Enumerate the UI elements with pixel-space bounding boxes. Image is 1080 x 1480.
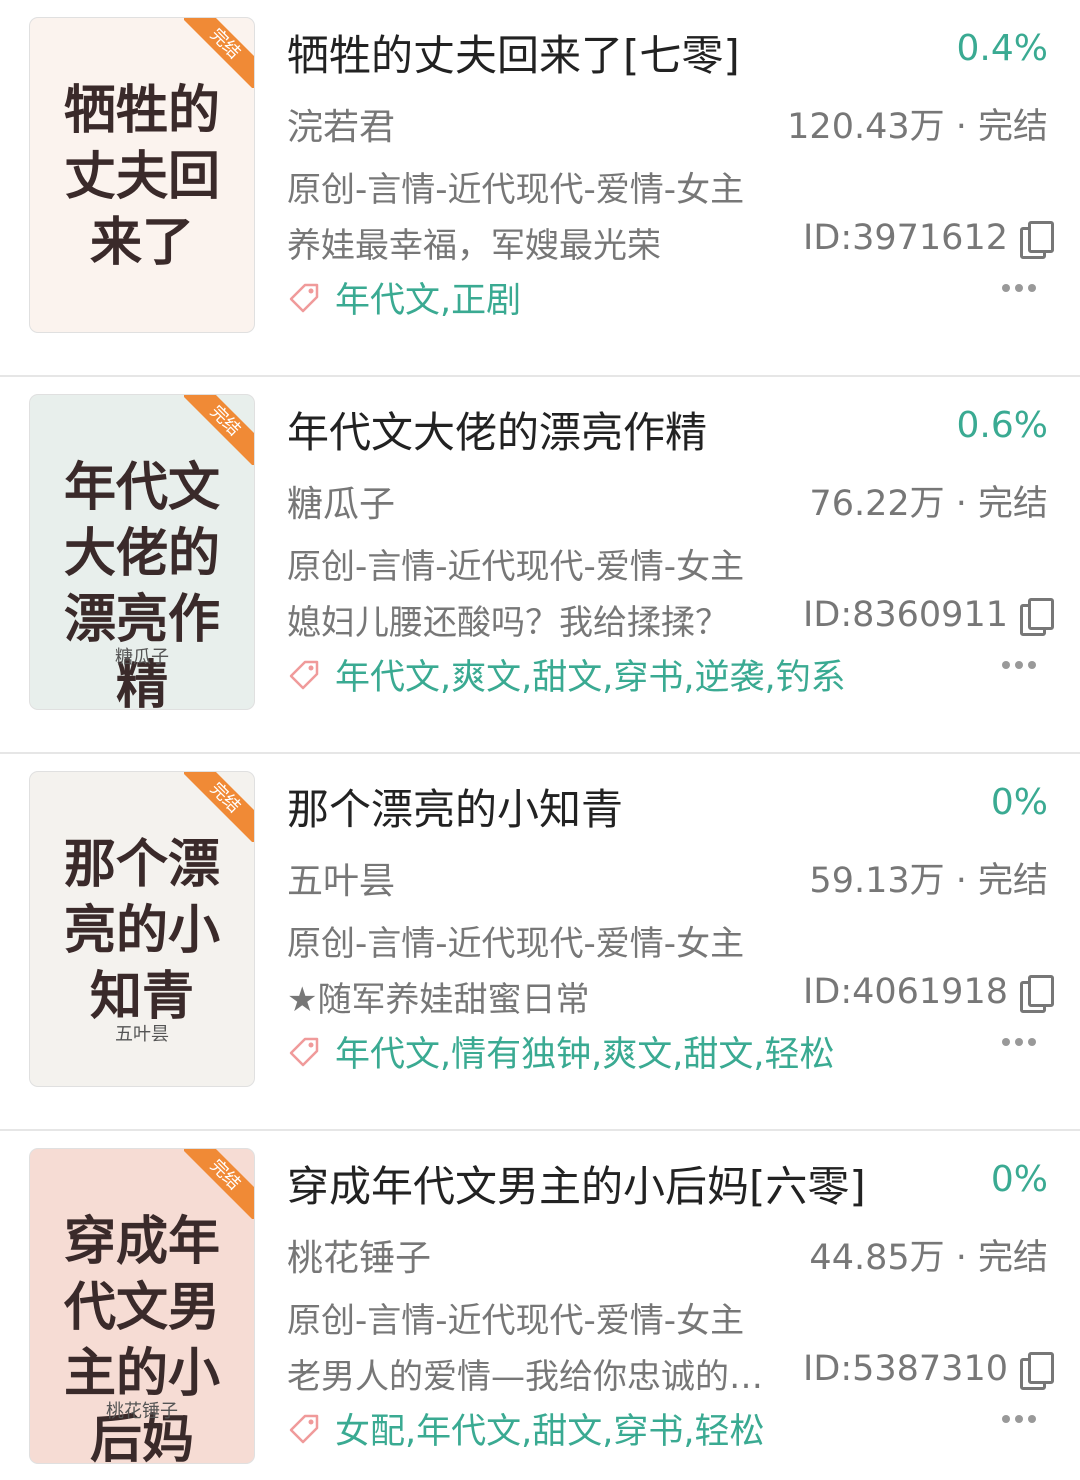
status-badge: 完结: [184, 1149, 254, 1219]
book-cover[interactable]: 年代文大佬的漂亮作精 糖瓜子 完结: [30, 395, 254, 709]
more-options-icon[interactable]: [1002, 1413, 1038, 1425]
cover-title: 那个漂亮的小知青: [63, 834, 220, 1027]
tag-icon: [289, 660, 319, 689]
book-id: ID:8360911: [803, 595, 1054, 636]
status-badge: 完结: [184, 772, 254, 842]
tag-row: 年代文,爽文,甜文,穿书,逆袭,钓系: [287, 649, 846, 700]
cover-title: 穿成年代文男主的小后妈: [63, 1211, 220, 1463]
book-id: ID:4061918: [803, 972, 1054, 1013]
book-id-text: ID:5387310: [803, 1349, 1008, 1389]
tag-row: 年代文,情有独钟,爽文,甜文,轻松: [287, 1026, 835, 1077]
cover-author: 桃花锤子: [106, 1401, 178, 1422]
list-item[interactable]: 穿成年代文男主的小后妈 桃花锤子 完结 穿成年代文男主的小后妈[六零] 0% 桃…: [0, 1131, 1080, 1480]
book-tags[interactable]: 年代文,爽文,甜文,穿书,逆袭,钓系: [335, 649, 846, 700]
list-item[interactable]: 年代文大佬的漂亮作精 糖瓜子 完结 年代文大佬的漂亮作精 0.6% 糖瓜子 76…: [0, 377, 1080, 754]
copy-icon[interactable]: [1020, 598, 1054, 636]
book-cover[interactable]: 那个漂亮的小知青 五叶昙 完结: [30, 772, 254, 1086]
book-tags[interactable]: 年代文,情有独钟,爽文,甜文,轻松: [335, 1026, 835, 1077]
book-id-text: ID:4061918: [803, 972, 1008, 1012]
book-title[interactable]: 穿成年代文男主的小后妈[六零]: [287, 1153, 866, 1214]
reading-progress: 0.4%: [956, 28, 1048, 69]
tag-icon: [289, 1037, 319, 1066]
book-blurb: 养娃最幸福，军嫂最光荣: [287, 226, 661, 266]
copy-icon[interactable]: [1020, 221, 1054, 259]
cover-author: 五叶昙: [115, 1024, 169, 1045]
tag-row: 年代文,正剧: [287, 272, 521, 323]
book-id: ID:5387310: [803, 1349, 1054, 1390]
book-id: ID:3971612: [803, 218, 1054, 259]
more-options-icon[interactable]: [1002, 282, 1038, 294]
word-count-status: 59.13万 · 完结: [809, 861, 1048, 901]
book-category: 原创-言情-近代现代-爱情-女主: [287, 547, 745, 587]
book-title[interactable]: 牺牲的丈夫回来了[七零]: [287, 22, 740, 83]
list-item[interactable]: 那个漂亮的小知青 五叶昙 完结 那个漂亮的小知青 0% 五叶昙 59.13万 ·…: [0, 754, 1080, 1131]
copy-icon[interactable]: [1020, 975, 1054, 1013]
book-blurb: 老男人的爱情—我给你忠诚的…: [287, 1357, 763, 1397]
cover-title: 年代文大佬的漂亮作精: [63, 457, 220, 709]
book-category: 原创-言情-近代现代-爱情-女主: [287, 170, 745, 210]
book-tags[interactable]: 年代文,正剧: [335, 272, 521, 323]
book-list: 牺牲的丈夫回来了 完结 牺牲的丈夫回来了[七零] 0.4% 浣若君 120.43…: [0, 0, 1080, 1480]
more-options-icon[interactable]: [1002, 659, 1038, 671]
book-category: 原创-言情-近代现代-爱情-女主: [287, 924, 745, 964]
book-category: 原创-言情-近代现代-爱情-女主: [287, 1301, 745, 1341]
book-author[interactable]: 五叶昙: [287, 852, 395, 904]
book-author[interactable]: 浣若君: [287, 98, 395, 150]
book-cover[interactable]: 穿成年代文男主的小后妈 桃花锤子 完结: [30, 1149, 254, 1463]
more-options-icon[interactable]: [1002, 1036, 1038, 1048]
copy-icon[interactable]: [1020, 1352, 1054, 1390]
reading-progress: 0%: [990, 1159, 1048, 1200]
book-title[interactable]: 年代文大佬的漂亮作精: [287, 399, 707, 460]
tag-row: 女配,年代文,甜文,穿书,轻松: [287, 1403, 765, 1454]
book-blurb: 媳妇儿腰还酸吗？我给揉揉？: [287, 603, 729, 643]
book-author[interactable]: 糖瓜子: [287, 475, 395, 527]
book-id-text: ID:3971612: [803, 218, 1008, 258]
book-id-text: ID:8360911: [803, 595, 1008, 635]
word-count-status: 44.85万 · 完结: [809, 1238, 1048, 1278]
tag-icon: [289, 283, 319, 312]
cover-title: 牺牲的丈夫回来了: [63, 80, 220, 273]
book-blurb: ★随军养娃甜蜜日常: [287, 980, 590, 1020]
list-item[interactable]: 牺牲的丈夫回来了 完结 牺牲的丈夫回来了[七零] 0.4% 浣若君 120.43…: [0, 0, 1080, 377]
word-count-status: 120.43万 · 完结: [787, 107, 1048, 147]
book-tags[interactable]: 女配,年代文,甜文,穿书,轻松: [335, 1403, 765, 1454]
book-author[interactable]: 桃花锤子: [287, 1229, 431, 1281]
status-badge: 完结: [184, 18, 254, 88]
word-count-status: 76.22万 · 完结: [809, 484, 1048, 524]
reading-progress: 0.6%: [956, 405, 1048, 446]
reading-progress: 0%: [990, 782, 1048, 823]
book-cover[interactable]: 牺牲的丈夫回来了 完结: [30, 18, 254, 332]
tag-icon: [289, 1414, 319, 1443]
cover-author: 糖瓜子: [115, 647, 169, 668]
book-title[interactable]: 那个漂亮的小知青: [287, 776, 623, 837]
status-badge: 完结: [184, 395, 254, 465]
